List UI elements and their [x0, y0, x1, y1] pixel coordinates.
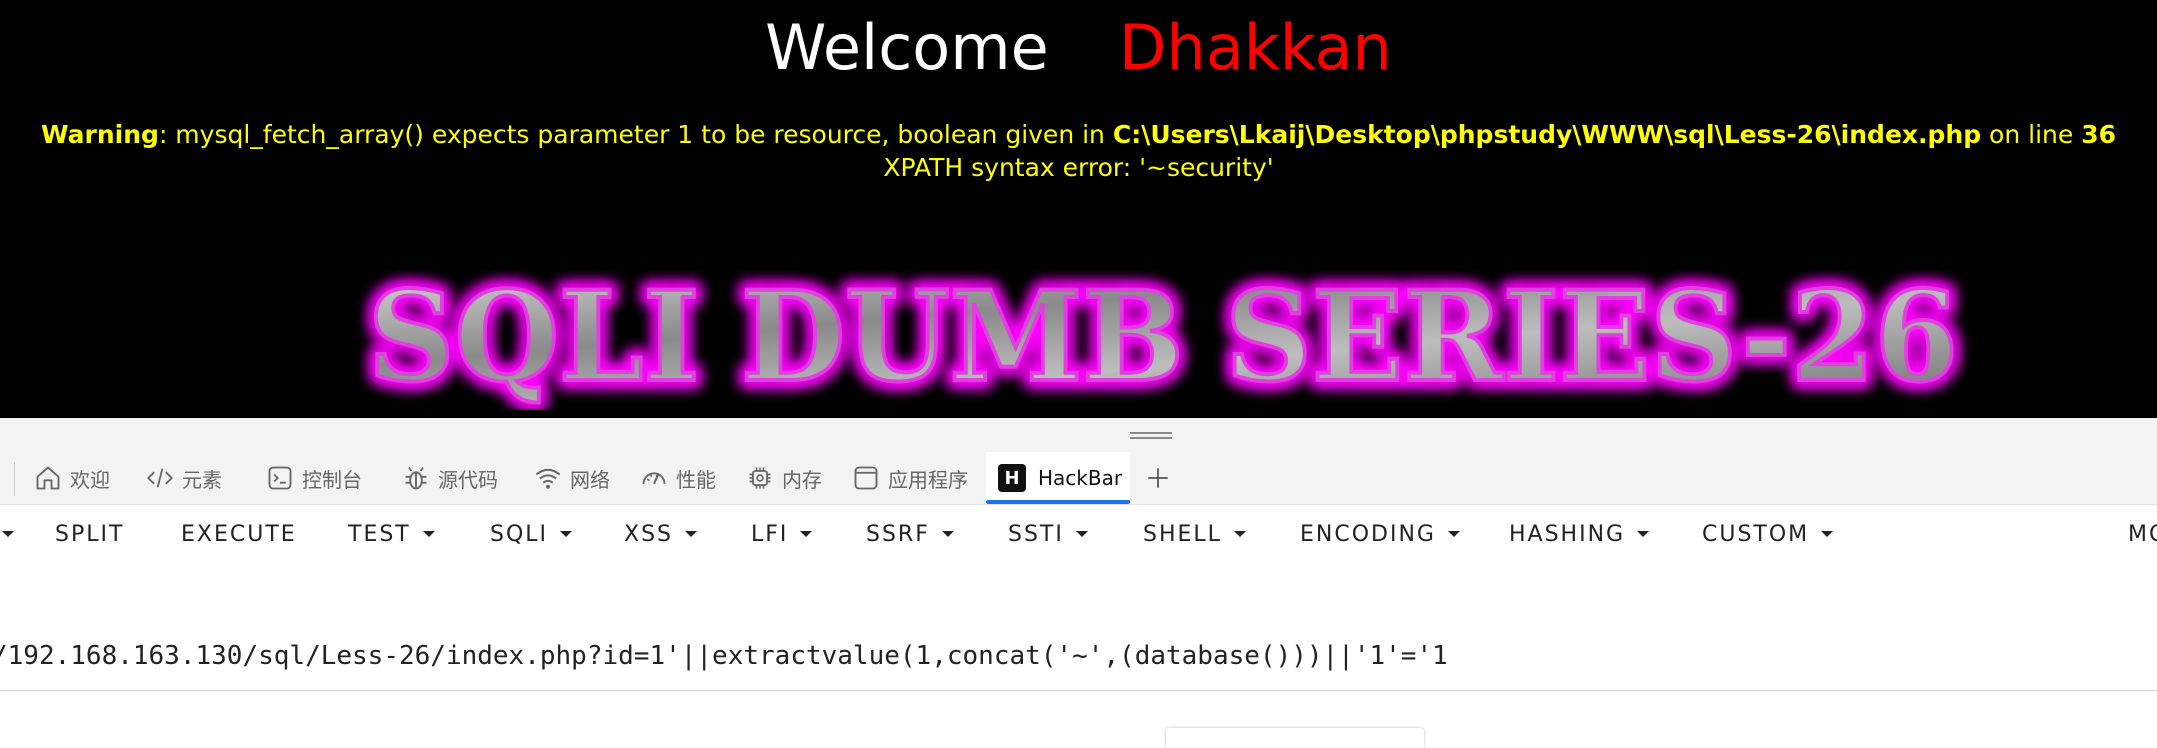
welcome-heading: Welcome Dhakkan: [0, 8, 2157, 88]
home-icon: [36, 466, 60, 490]
tab-hackbar[interactable]: H HackBar: [986, 452, 1130, 504]
php-warning: Warning: mysql_fetch_array() expects par…: [0, 118, 2157, 184]
tab-welcome[interactable]: 欢迎: [34, 452, 110, 504]
devtools-resize-bar[interactable]: [0, 418, 2157, 452]
chevron-down-icon: [941, 531, 954, 537]
chevron-down-icon: [560, 531, 573, 537]
bug-icon: [405, 466, 427, 490]
tab-label: 网络: [570, 467, 610, 492]
chevron-down-icon: [422, 531, 435, 537]
chevron-down-icon: [800, 531, 813, 537]
chevron-down-icon: [1447, 531, 1460, 537]
tab-label: 内存: [782, 467, 822, 492]
chevron-down-icon: [1821, 531, 1834, 537]
chevron-down-icon: [1233, 531, 1246, 537]
tab-label: 欢迎: [70, 467, 110, 492]
tab-network[interactable]: 网络: [534, 452, 610, 504]
web-page: Welcome Dhakkan Warning: mysql_fetch_arra…: [0, 0, 2157, 418]
custom-menu[interactable]: CUSTOM: [1702, 522, 1834, 547]
xpath-error: XPATH syntax error: '~security': [883, 153, 1274, 182]
tab-sources[interactable]: 源代码: [402, 452, 498, 504]
warning-path: C:\Users\Lkaij\Desktop\phpstudy\WWW\sql\…: [1112, 120, 1982, 149]
tab-label: 元素: [182, 467, 222, 492]
menu-overflow-dropdown[interactable]: [2, 522, 14, 547]
lfi-menu[interactable]: LFI: [751, 522, 813, 547]
sqli-banner: SQLI DUMB SERIES-26 SQLI DUMB SERIES-26: [362, 270, 1964, 410]
partial-card: [1166, 728, 1424, 748]
plus-icon: [1148, 468, 1168, 488]
more-menu[interactable]: MO: [2128, 522, 2157, 547]
welcome-word: Welcome: [765, 11, 1049, 84]
tab-elements[interactable]: 元素: [146, 452, 222, 504]
shell-menu[interactable]: SHELL: [1143, 522, 1246, 547]
window-icon: [854, 466, 878, 490]
chevron-down-icon: [1637, 531, 1650, 537]
tab-label: 源代码: [438, 467, 498, 492]
warning-label: Warning: [40, 120, 159, 149]
tab-console[interactable]: 控制台: [266, 452, 362, 504]
tab-label: 应用程序: [888, 467, 968, 492]
xss-menu[interactable]: XSS: [624, 522, 698, 547]
ssrf-menu[interactable]: SSRF: [866, 522, 954, 547]
test-menu[interactable]: TEST: [348, 522, 435, 547]
add-tab-button[interactable]: [1140, 460, 1176, 496]
sqli-menu[interactable]: SQLI: [490, 522, 573, 547]
url-input[interactable]: [0, 630, 2157, 682]
hackbar-toolbar: SPLIT EXECUTE TEST SQLI XSS LFI SSRF SST…: [0, 504, 2157, 574]
warning-message: : mysql_fetch_array() expects parameter …: [158, 120, 1113, 149]
warning-line: Warning: mysql_fetch_array() expects par…: [0, 118, 2157, 151]
code-brackets-icon: [147, 468, 173, 488]
tab-label: 性能: [676, 467, 716, 492]
tab-label: 控制台: [302, 467, 362, 492]
devtools-tab-bar: 欢迎 元素 控制台 源代码 网络 性能 内存 应用程序 H HackBar: [0, 452, 2157, 505]
hashing-menu[interactable]: HASHING: [1509, 522, 1650, 547]
tab-label: HackBar: [1038, 466, 1123, 490]
drag-handle-icon[interactable]: [1130, 432, 1172, 440]
gauge-icon: [642, 472, 666, 485]
execute-button[interactable]: EXECUTE: [181, 522, 297, 547]
hackbar-logo-icon: H: [998, 464, 1026, 492]
tab-memory[interactable]: 内存: [746, 452, 822, 504]
tab-performance[interactable]: 性能: [640, 452, 716, 504]
chip-icon: [749, 467, 771, 489]
ssti-menu[interactable]: SSTI: [1008, 522, 1088, 547]
wifi-icon: [535, 468, 561, 489]
url-field-container: [0, 630, 2157, 691]
console-icon: [268, 466, 292, 490]
warning-line-number: 36: [2081, 120, 2117, 149]
tab-separator: [14, 462, 15, 496]
chevron-down-icon: [1075, 531, 1088, 537]
tab-application[interactable]: 应用程序: [852, 452, 968, 504]
banner-text: SQLI DUMB SERIES-26: [368, 270, 1958, 410]
devtools-panel: 欢迎 元素 控制台 源代码 网络 性能 内存 应用程序 H HackBar SP…: [0, 418, 2157, 748]
encoding-menu[interactable]: ENCODING: [1300, 522, 1460, 547]
chevron-down-icon: [685, 531, 698, 537]
split-button[interactable]: SPLIT: [55, 522, 124, 547]
warning-on-line: on line: [1981, 120, 2082, 149]
username: Dhakkan: [1118, 11, 1392, 84]
